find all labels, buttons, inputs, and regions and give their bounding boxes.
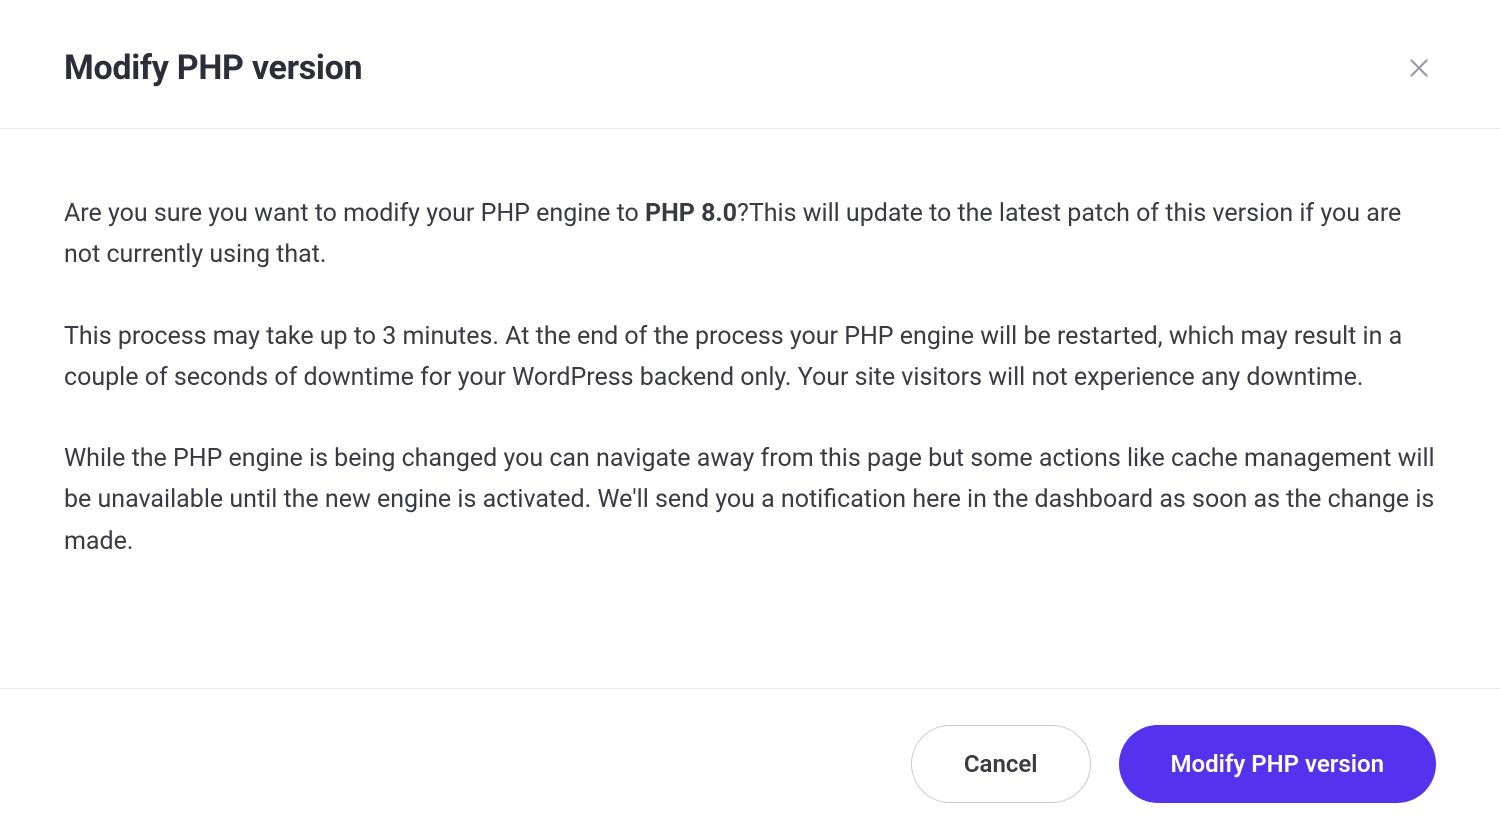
close-button[interactable] — [1402, 51, 1436, 85]
modify-php-dialog: Modify PHP version Are you sure you want… — [0, 0, 1500, 839]
confirm-paragraph-1: Are you sure you want to modify your PHP… — [64, 193, 1436, 276]
paragraph1-prefix: Are you sure you want to modify your PHP… — [64, 199, 645, 228]
close-icon — [1406, 55, 1432, 81]
confirm-modify-button[interactable]: Modify PHP version — [1119, 725, 1436, 803]
dialog-title: Modify PHP version — [64, 48, 362, 88]
dialog-body: Are you sure you want to modify your PHP… — [0, 129, 1500, 688]
confirm-paragraph-3: While the PHP engine is being changed yo… — [64, 438, 1436, 562]
cancel-button[interactable]: Cancel — [911, 725, 1091, 803]
confirm-paragraph-2: This process may take up to 3 minutes. A… — [64, 316, 1436, 399]
dialog-header: Modify PHP version — [0, 0, 1500, 129]
dialog-footer: Cancel Modify PHP version — [0, 688, 1500, 839]
php-version-bold: PHP 8.0 — [645, 199, 737, 228]
